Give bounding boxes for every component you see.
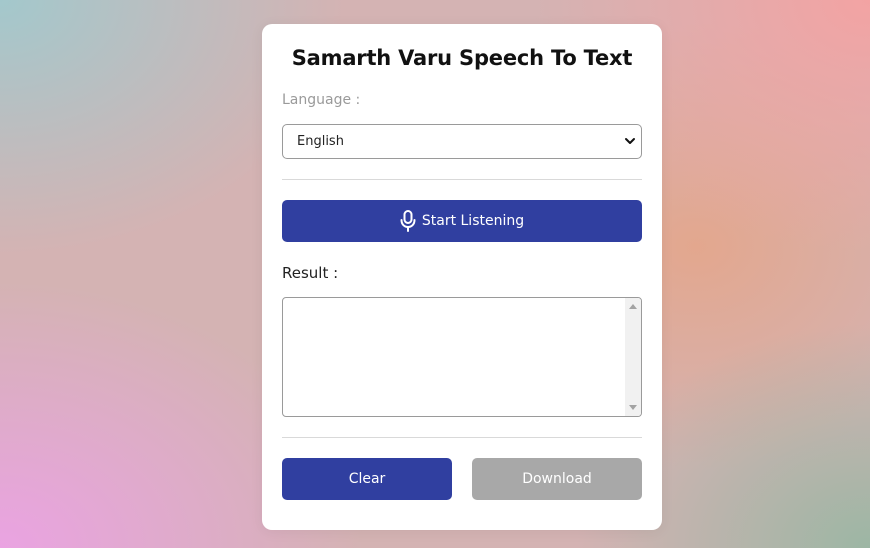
language-label: Language : bbox=[282, 92, 361, 108]
start-listening-button[interactable]: Start Listening bbox=[282, 200, 642, 242]
start-listening-label: Start Listening bbox=[421, 213, 525, 229]
scroll-down-arrow-icon[interactable] bbox=[629, 405, 637, 410]
scroll-up-arrow-icon[interactable] bbox=[629, 304, 637, 309]
result-scrollbar[interactable] bbox=[625, 298, 641, 416]
result-box bbox=[282, 297, 642, 417]
result-textarea[interactable] bbox=[283, 298, 625, 416]
speech-to-text-card: Samarth Varu Speech To Text Language : E… bbox=[262, 24, 662, 530]
clear-button[interactable]: Clear bbox=[282, 458, 452, 500]
divider-bottom bbox=[282, 437, 642, 438]
microphone-icon bbox=[400, 210, 416, 232]
download-button[interactable]: Download bbox=[472, 458, 642, 500]
divider-top bbox=[282, 179, 642, 180]
language-select[interactable]: English bbox=[282, 124, 642, 159]
page-title: Samarth Varu Speech To Text bbox=[291, 46, 633, 70]
result-label: Result : bbox=[282, 264, 339, 282]
language-select-wrapper: English bbox=[282, 124, 642, 159]
